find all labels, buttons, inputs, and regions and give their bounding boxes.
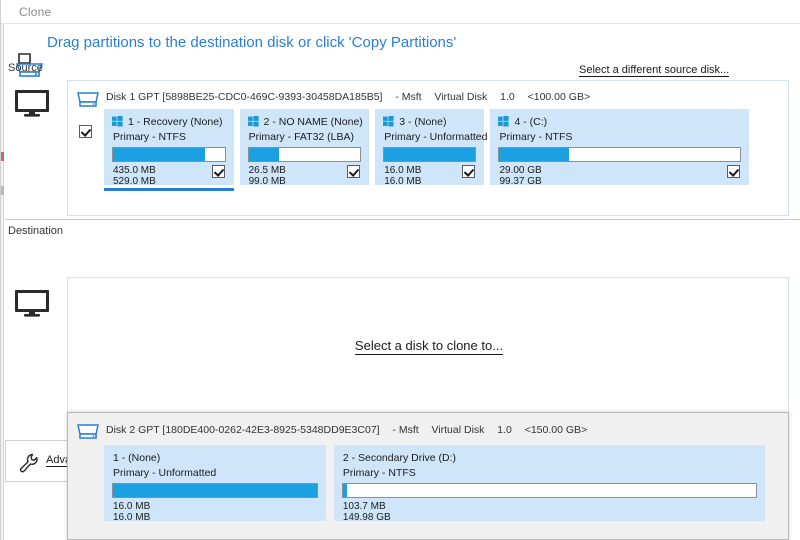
partition-checkbox[interactable]: [211, 165, 225, 181]
destination-partition-list: 1 - (None) Primary - Unformatted 16.0 MB 16…: [104, 445, 780, 523]
partition-sizes: 103.7 MB 149.98 GB: [342, 501, 391, 523]
partition-title: 1 - (None): [113, 452, 161, 464]
partition-sizes: 16.0 MB 16.0 MB: [384, 165, 422, 187]
bottom-strip: [5, 482, 65, 540]
select-destination-disk-link[interactable]: Select a disk to clone to...: [68, 338, 790, 355]
change-source-disk-text[interactable]: Select a different source disk...: [579, 64, 730, 77]
window-left-edge: [1, 0, 4, 540]
windows-logo-icon: [112, 116, 123, 127]
partition-usage-bar: [112, 483, 318, 498]
source-disk-version: 1.0: [500, 91, 515, 103]
partition-usage-bar: [112, 147, 226, 162]
partition-selected-indicator: [104, 188, 234, 191]
source-disk-panel: Disk 1 GPT [5898BE25-CDC0-469C-9393-3045…: [67, 80, 789, 216]
partition-subtitle: Primary - NTFS: [113, 131, 186, 143]
partition-subtitle: Primary - FAT32 (LBA): [248, 131, 354, 143]
source-partition-list: 1 - Recovery (None) Primary - NTFS 435.0 M…: [104, 109, 782, 191]
partition-title: 2 - Secondary Drive (D:): [342, 452, 457, 464]
windows-logo-icon: [247, 116, 259, 127]
partition-tile[interactable]: 3 - (None) Primary - Unformatted 16.0 MB 16…: [375, 109, 488, 187]
partition-checkbox[interactable]: [462, 165, 476, 181]
partition-tile[interactable]: 2 - NO NAME (None) Primary - FAT32 (LBA) 2…: [239, 109, 370, 187]
edge-marker-red: [1, 152, 4, 161]
source-monitor-icon: [13, 88, 51, 121]
windows-logo-icon: [383, 116, 394, 127]
partition-checkbox[interactable]: [347, 165, 361, 181]
partition-sizes: 29.00 GB 99.37 GB: [499, 165, 542, 187]
title-bar: Clone: [1, 0, 800, 24]
wrench-icon: [18, 453, 40, 476]
partition-title: 3 - (None): [399, 116, 447, 128]
destination-disk-name: Disk 2 GPT [180DE400-0262-42E3-8925-5348…: [106, 424, 380, 436]
destination-disk-info: Disk 2 GPT [180DE400-0262-42E3-8925-5348…: [106, 424, 587, 436]
hard-disk-icon: [76, 421, 100, 446]
destination-monitor-icon: [13, 288, 51, 321]
partition-tile[interactable]: 2 - Secondary Drive (D:) Primary - NTFS 10…: [333, 445, 766, 523]
hard-disk-icon: [76, 89, 100, 114]
destination-label: Destination: [8, 225, 64, 237]
partition-title: 1 - Recovery (None): [128, 116, 223, 128]
partition-tile[interactable]: 4 - (C:) Primary - NTFS 29.00 GB 99.37 GB: [490, 109, 749, 187]
clone-window: Clone Drag partitions to the destination…: [0, 0, 800, 540]
partition-tile[interactable]: 1 - (None) Primary - Unformatted 16.0 MB 16…: [104, 445, 326, 523]
source-disk-info: Disk 1 GPT [5898BE25-CDC0-469C-9393-3045…: [106, 91, 590, 103]
source-disk-model: Virtual Disk: [434, 91, 488, 103]
partition-sizes: 26.5 MB 99.0 MB: [248, 165, 286, 187]
source-disk-name: Disk 1 GPT [5898BE25-CDC0-469C-9393-3045…: [106, 91, 383, 103]
edge-marker-gray: [1, 186, 4, 195]
partition-subtitle: Primary - NTFS: [499, 131, 573, 143]
partition-usage-bar: [498, 147, 741, 162]
partition-subtitle: Primary - Unformatted: [384, 131, 488, 143]
page-title: Drag partitions to the destination disk …: [47, 34, 457, 51]
partition-checkbox[interactable]: [726, 165, 740, 181]
source-disk-checkbox[interactable]: [79, 125, 92, 141]
destination-disk-capacity: <150.00 GB>: [524, 424, 588, 436]
select-destination-disk-text[interactable]: Select a disk to clone to...: [354, 338, 504, 355]
partition-sizes: 16.0 MB 16.0 MB: [113, 501, 151, 523]
partition-title: 2 - NO NAME (None): [263, 116, 363, 128]
window-title: Clone: [19, 5, 52, 19]
destination-disk-chooser[interactable]: Disk 2 GPT [180DE400-0262-42E3-8925-5348…: [67, 412, 789, 540]
destination-disk-model: Virtual Disk: [431, 424, 485, 436]
partition-usage-bar: [247, 147, 362, 162]
partition-title: 4 - (C:): [514, 116, 548, 128]
destination-disk-vendor: - Msft: [392, 424, 419, 436]
source-disk-capacity: <100.00 GB>: [527, 91, 591, 103]
windows-logo-icon: [498, 116, 510, 127]
change-source-disk-link[interactable]: Select a different source disk...: [579, 64, 730, 77]
partition-subtitle: Primary - NTFS: [342, 467, 416, 479]
partition-usage-bar: [341, 483, 758, 498]
partition-sizes: 435.0 MB 529.0 MB: [113, 165, 156, 187]
source-disk-vendor: - Msft: [395, 91, 422, 103]
source-destination-divider: [5, 219, 800, 220]
partition-tile[interactable]: 1 - Recovery (None) Primary - NTFS 435.0 M…: [104, 109, 234, 191]
partition-subtitle: Primary - Unformatted: [113, 467, 217, 479]
partition-usage-bar: [383, 147, 477, 162]
source-label: Source: [8, 62, 43, 74]
destination-disk-version: 1.0: [497, 424, 512, 436]
